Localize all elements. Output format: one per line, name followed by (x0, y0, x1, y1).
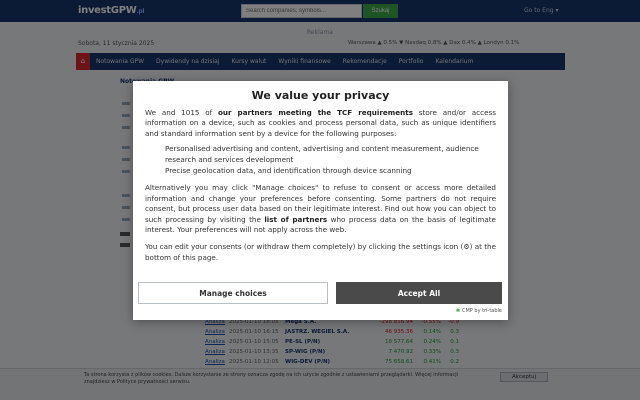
purpose-item: Precise geolocation data, and identifica… (165, 166, 412, 176)
manage-choices-button[interactable]: Manage choices (138, 282, 328, 304)
partners-link[interactable]: our partners meeting the TCF requirement… (218, 108, 413, 117)
consent-paragraph-1: We and 1015 of our partners meeting the … (145, 108, 496, 139)
list-of-partners-link[interactable]: list of partners (264, 215, 327, 224)
purposes-list: Personalised advertising and content, ad… (165, 144, 496, 176)
cmp-credit[interactable]: ❀ CMP by tri-table (456, 308, 502, 314)
consent-text: We and 1015 of (145, 108, 218, 117)
cmp-credit-text: CMP by tri-table (461, 308, 502, 314)
consent-dialog: We value your privacy We and 1015 of our… (133, 81, 508, 320)
consent-body: We and 1015 of our partners meeting the … (145, 108, 496, 270)
consent-paragraph-2: Alternatively you may click "Manage choi… (145, 183, 496, 235)
consent-title: We value your privacy (251, 89, 390, 102)
consent-paragraph-3: You can edit your consents (or withdraw … (145, 242, 496, 263)
consent-text: You can edit your consents (or withdraw … (145, 242, 464, 252)
leaf-icon: ❀ (455, 308, 461, 314)
accept-all-button[interactable]: Accept All (336, 282, 502, 304)
purpose-item: Personalised advertising and content, ad… (165, 144, 479, 164)
